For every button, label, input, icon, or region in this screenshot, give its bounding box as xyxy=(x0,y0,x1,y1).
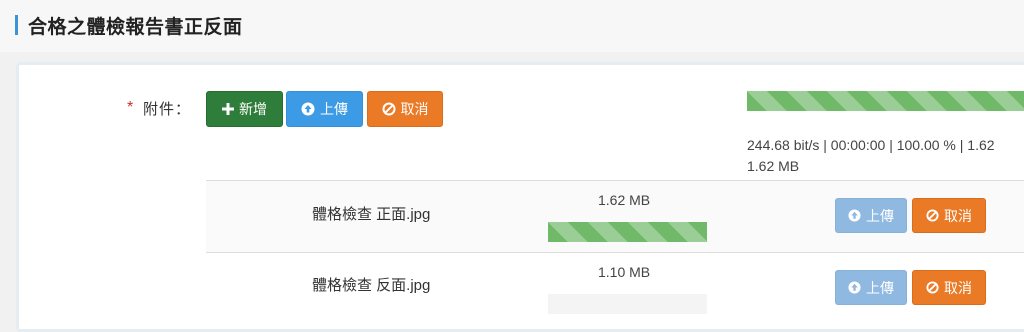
upload-all-button[interactable]: 上傳 xyxy=(286,91,363,127)
file-size: 1.62 MB xyxy=(598,192,651,208)
upload-circle-icon xyxy=(848,281,861,294)
file-size: 1.10 MB xyxy=(598,264,651,280)
upload-stats: 244.68 bit/s | 00:00:00 | 100.00 % | 1.6… xyxy=(747,135,995,177)
attachment-label: 附件： xyxy=(143,101,192,118)
file-upload-label: 上傳 xyxy=(866,207,894,224)
section-header: 合格之體檢報告書正反面 xyxy=(0,0,1024,52)
file-cancel-label: 取消 xyxy=(944,207,972,224)
ban-icon xyxy=(926,281,939,294)
overall-progress-fill xyxy=(747,91,1024,111)
file-cancel-button[interactable]: 取消 xyxy=(912,198,986,233)
add-file-label: 新增 xyxy=(239,101,267,117)
file-upload-button[interactable]: 上傳 xyxy=(835,270,907,305)
ban-icon xyxy=(382,102,396,116)
overall-progress-bar xyxy=(747,91,1024,111)
plus-icon xyxy=(222,103,234,115)
file-upload-button[interactable]: 上傳 xyxy=(835,198,907,233)
header-accent-bar xyxy=(15,15,18,35)
upload-stats-line-2: 1.62 MB xyxy=(747,158,800,174)
upload-all-label: 上傳 xyxy=(320,101,348,117)
file-row: 體格檢查 正面.jpg 1.62 MB 上傳 取消 xyxy=(206,180,1024,253)
ban-icon xyxy=(926,209,939,222)
file-name: 體格檢查 反面.jpg xyxy=(312,277,431,294)
file-row: 體格檢查 反面.jpg 1.10 MB 上傳 取消 xyxy=(206,252,1024,320)
file-upload-label: 上傳 xyxy=(866,279,894,296)
file-progress-fill xyxy=(548,222,707,242)
file-cancel-button[interactable]: 取消 xyxy=(912,270,986,305)
cancel-all-label: 取消 xyxy=(400,101,429,117)
add-file-button[interactable]: 新增 xyxy=(206,91,283,127)
file-progress-bar xyxy=(548,294,707,314)
upload-stats-line-1: 244.68 bit/s | 00:00:00 | 100.00 % | 1.6… xyxy=(747,137,995,153)
file-progress-bar xyxy=(548,222,707,242)
upload-circle-icon xyxy=(301,102,315,116)
cancel-all-button[interactable]: 取消 xyxy=(367,91,443,127)
upload-circle-icon xyxy=(848,209,861,222)
page-title: 合格之體檢報告書正反面 xyxy=(28,17,243,38)
required-mark: * xyxy=(127,99,134,116)
file-cancel-label: 取消 xyxy=(944,279,972,296)
file-name: 體格檢查 正面.jpg xyxy=(312,206,431,223)
